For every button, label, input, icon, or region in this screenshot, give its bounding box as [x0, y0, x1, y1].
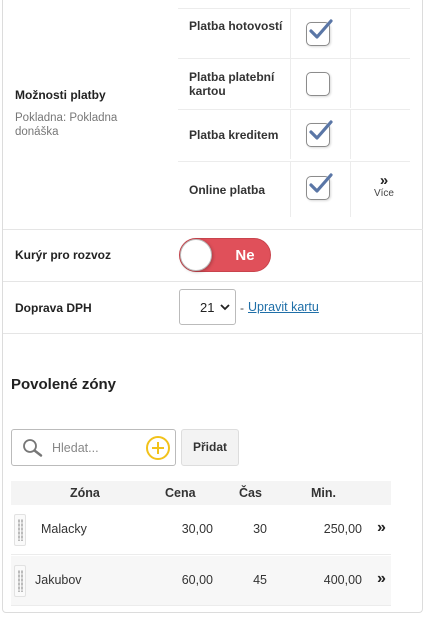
zone-time: 30: [253, 522, 267, 536]
vat-select-value: 21: [200, 300, 215, 315]
zones-table-header: Zóna Cena Čas Min.: [11, 481, 391, 505]
toggle-text: Ne: [235, 247, 255, 264]
payment-option-label: Online platba: [189, 183, 266, 197]
zone-price: 30,00: [181, 522, 213, 536]
zone-price: 60,00: [181, 573, 213, 587]
edit-card-link[interactable]: Upravit kartu: [248, 300, 319, 314]
drag-handle-icon[interactable]: [14, 514, 26, 546]
payment-option-label: Platba kreditem: [189, 128, 279, 142]
table-row[interactable]: Jakubov 60,00 45 400,00 »: [11, 556, 391, 606]
vat-label: Doprava DPH: [15, 301, 92, 315]
allowed-zones-title: Povolené zóny: [11, 376, 117, 393]
checkmark-icon: [309, 120, 333, 140]
payment-option-cash: Platba hotovostí: [178, 8, 410, 58]
plus-icon[interactable]: [146, 436, 170, 460]
double-chevron-right-icon[interactable]: »: [377, 570, 386, 588]
zone-search-input[interactable]: Hledat...: [11, 429, 176, 466]
courier-toggle[interactable]: Ne: [179, 238, 271, 272]
column-header-zone: Zóna: [70, 486, 100, 500]
payment-card-checkbox[interactable]: [306, 72, 330, 96]
checkmark-icon: [309, 19, 333, 39]
divider: [3, 229, 423, 230]
zone-min: 400,00: [323, 573, 362, 587]
drag-handle-icon[interactable]: [14, 565, 26, 597]
search-icon: [23, 439, 43, 457]
zone-name: Jakubov: [35, 573, 82, 587]
double-chevron-right-icon: »: [379, 172, 389, 189]
zone-min: 250,00: [323, 522, 362, 536]
checkmark-icon: [309, 173, 333, 193]
payment-cash-checkbox[interactable]: [306, 19, 333, 46]
more-button[interactable]: » Více: [371, 172, 397, 199]
payment-credit-checkbox[interactable]: [306, 120, 333, 147]
zone-name: Malacky: [41, 522, 87, 536]
divider: [3, 281, 423, 282]
payment-options-label: Možnosti platby: [15, 88, 106, 102]
column-header-time: Čas: [239, 486, 262, 500]
payment-option-label: Platba hotovostí: [189, 19, 283, 33]
add-zone-button[interactable]: Přidat: [181, 429, 239, 466]
toggle-knob: [180, 239, 212, 271]
separator: -: [240, 301, 244, 315]
payment-option-credit: Platba kreditem: [178, 109, 410, 159]
more-label: Více: [373, 188, 394, 199]
zone-time: 45: [253, 573, 267, 587]
courier-label: Kurýr pro rozvoz: [15, 248, 112, 262]
divider: [3, 333, 423, 334]
column-header-min: Min.: [311, 486, 336, 500]
settings-card: Možnosti platby Pokladna: Pokladna donáš…: [2, 0, 423, 613]
payment-option-online: Online platba » Více: [178, 161, 410, 217]
double-chevron-right-icon[interactable]: »: [377, 519, 386, 537]
payment-options-sublabel: Pokladna: Pokladna donáška: [15, 112, 118, 138]
table-row[interactable]: Malacky 30,00 30 250,00 »: [11, 505, 391, 555]
payment-option-label: Platba platební kartou: [189, 70, 275, 98]
payment-online-checkbox[interactable]: [306, 173, 333, 200]
column-header-price: Cena: [165, 486, 196, 500]
payment-option-card: Platba platební kartou: [178, 58, 410, 108]
vat-select[interactable]: 21: [179, 289, 236, 325]
search-placeholder: Hledat...: [52, 441, 99, 455]
chevron-down-icon: [220, 304, 230, 311]
